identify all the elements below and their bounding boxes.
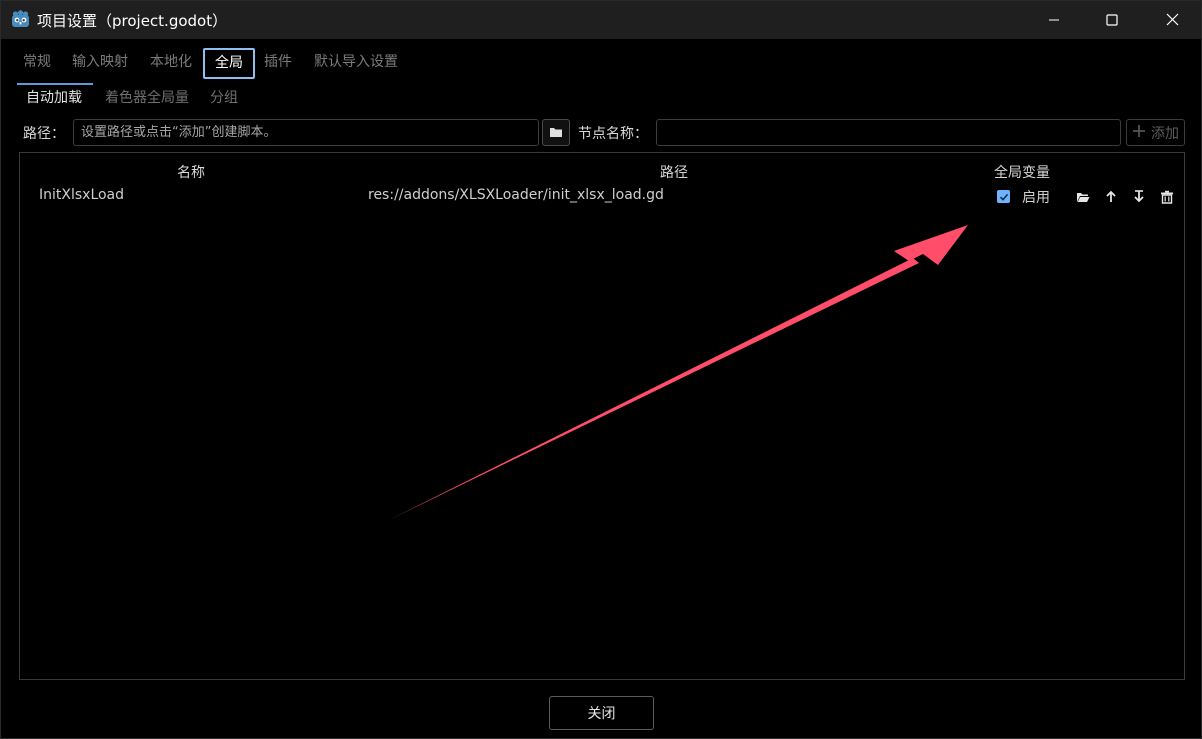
tab-import-defaults[interactable]: 默认导入设置 — [314, 48, 398, 77]
add-button-label: 添加 — [1151, 125, 1179, 142]
window-title: 项目设置（project.godot） — [37, 12, 228, 30]
close-icon — [1166, 11, 1179, 30]
move-up-icon[interactable] — [1103, 189, 1119, 205]
path-label: 路径： — [23, 126, 65, 142]
close-window-button[interactable] — [1143, 1, 1201, 39]
node-name-input[interactable] — [656, 119, 1121, 146]
autoload-table: 名称 路径 全局变量 InitXlsxLoad res://addons/XLS… — [19, 152, 1185, 680]
minimize-button[interactable] — [1025, 1, 1083, 39]
close-button[interactable]: 关闭 — [549, 696, 654, 730]
project-settings-window: 项目设置（project.godot） 常规 输入映射 本地化 全局 插件 默认… — [0, 0, 1202, 739]
table-row[interactable]: InitXlsxLoad res://addons/XLSXLoader/ini… — [20, 185, 1184, 209]
autoload-name[interactable]: InitXlsxLoad — [39, 187, 124, 203]
tab-plugins[interactable]: 插件 — [264, 48, 292, 77]
maximize-button[interactable] — [1083, 1, 1141, 39]
trash-icon[interactable] — [1159, 189, 1175, 205]
minimize-icon — [1048, 11, 1060, 30]
node-name-label: 节点名称： — [578, 126, 648, 142]
godot-icon — [11, 10, 30, 29]
enable-checkbox[interactable] — [997, 190, 1010, 203]
tab-general[interactable]: 常规 — [23, 48, 51, 77]
add-button[interactable]: 添加 — [1126, 119, 1185, 146]
tab-globals[interactable]: 全局 — [203, 48, 255, 79]
column-header-name: 名称 — [177, 165, 205, 181]
column-header-path: 路径 — [660, 165, 688, 181]
enable-label[interactable]: 启用 — [1022, 187, 1050, 207]
tab-hover-indicator — [17, 83, 93, 85]
folder-open-icon[interactable] — [1075, 189, 1091, 205]
browse-folder-button[interactable] — [542, 119, 570, 146]
column-header-global: 全局变量 — [994, 165, 1050, 181]
subtab-autoload[interactable]: 自动加载 — [26, 88, 82, 108]
autoload-path[interactable]: res://addons/XLSXLoader/init_xlsx_load.g… — [368, 187, 664, 203]
path-input[interactable] — [73, 119, 539, 146]
subtab-shader-globals[interactable]: 着色器全局量 — [105, 88, 189, 108]
close-button-label: 关闭 — [587, 706, 616, 722]
maximize-icon — [1106, 11, 1118, 30]
plus-icon — [1132, 124, 1146, 142]
move-down-icon[interactable] — [1131, 189, 1147, 205]
folder-icon — [549, 123, 563, 142]
title-bar[interactable]: 项目设置（project.godot） — [1, 1, 1201, 39]
tab-localization[interactable]: 本地化 — [150, 48, 192, 77]
tab-input-map[interactable]: 输入映射 — [72, 48, 128, 77]
subtab-groups[interactable]: 分组 — [210, 88, 238, 108]
